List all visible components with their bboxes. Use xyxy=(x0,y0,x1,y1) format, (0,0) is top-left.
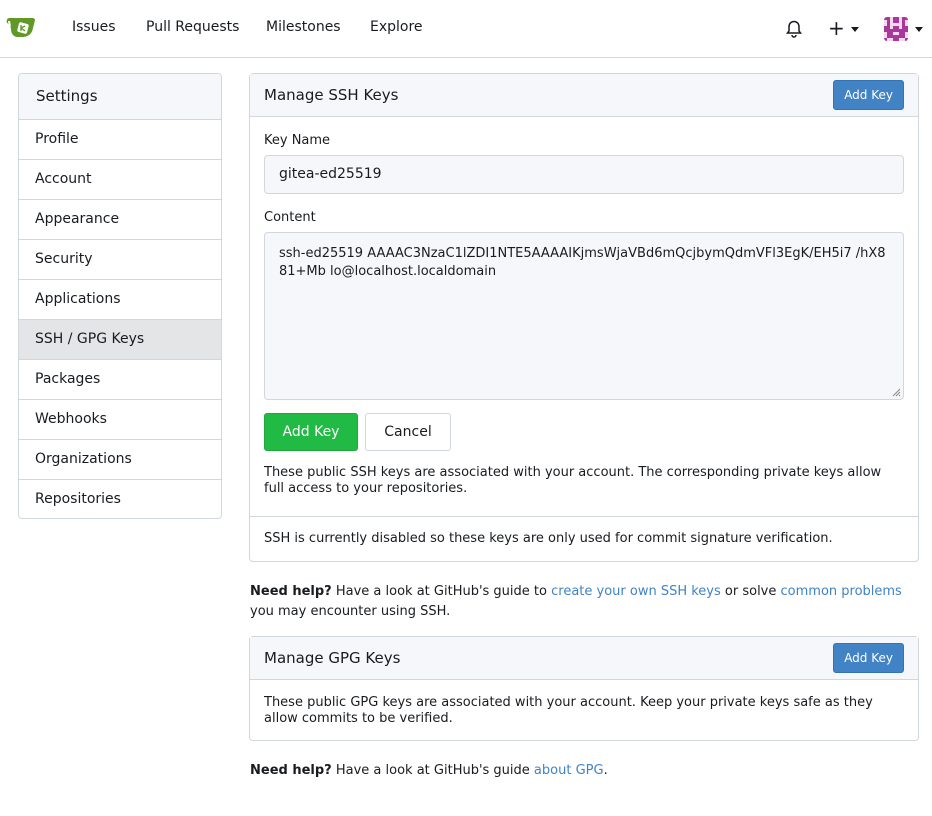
sidebar-item-organizations[interactable]: Organizations xyxy=(19,440,221,480)
sidebar-item-appearance[interactable]: Appearance xyxy=(19,200,221,240)
common-problems-link[interactable]: common problems xyxy=(781,584,902,599)
avatar[interactable] xyxy=(884,17,908,41)
gpg-help-text-1: Have a look at GitHub's guide xyxy=(331,763,534,778)
sidebar-item-ssh-gpg-keys[interactable]: SSH / GPG Keys xyxy=(19,320,221,360)
gpg-help-text: Need help? Have a look at GitHub's guide… xyxy=(250,761,920,781)
resize-grip-icon[interactable] xyxy=(891,387,901,397)
content-label: Content xyxy=(264,210,316,225)
gpg-panel-title: Manage GPG Keys xyxy=(264,649,401,667)
sidebar-item-applications[interactable]: Applications xyxy=(19,280,221,320)
ssh-panel-header: Manage SSH Keys Add Key xyxy=(250,74,918,117)
gpg-help-bold: Need help? xyxy=(250,763,332,778)
key-content-textarea[interactable]: ssh-ed25519 AAAAC3NzaC1lZDI1NTE5AAAAIKjm… xyxy=(264,232,904,400)
gpg-info-text: These public GPG keys are associated wit… xyxy=(264,695,873,726)
key-name-input[interactable]: gitea-ed25519 xyxy=(264,155,904,194)
ssh-help-text-2: or solve xyxy=(720,584,781,599)
nav-explore[interactable]: Explore xyxy=(370,19,423,35)
gpg-add-key-button[interactable]: Add Key xyxy=(833,643,904,673)
about-gpg-link[interactable]: about GPG xyxy=(534,763,604,778)
ssh-info-text: These public SSH keys are associated wit… xyxy=(264,465,882,496)
ssh-keys-panel: Manage SSH Keys Add Key Key Name gitea-e… xyxy=(249,73,919,562)
sidebar-title: Settings xyxy=(19,74,221,120)
gpg-help-text-2: . xyxy=(603,763,608,778)
sidebar-item-packages[interactable]: Packages xyxy=(19,360,221,400)
cancel-button[interactable]: Cancel xyxy=(365,413,451,451)
create-menu-chevron-down-icon[interactable] xyxy=(851,27,859,32)
create-ssh-keys-link[interactable]: create your own SSH keys xyxy=(551,584,721,599)
ssh-help-text: Need help? Have a look at GitHub's guide… xyxy=(250,582,920,622)
ssh-panel-title: Manage SSH Keys xyxy=(264,86,399,104)
nav-pull-requests[interactable]: Pull Requests xyxy=(146,19,239,35)
gpg-panel-header: Manage GPG Keys Add Key xyxy=(250,637,918,680)
ssh-add-key-button[interactable]: Add Key xyxy=(833,80,904,110)
settings-sidebar: Settings Profile Account Appearance Secu… xyxy=(18,73,222,519)
plus-icon[interactable]: + xyxy=(828,17,845,39)
gpg-keys-panel: Manage GPG Keys Add Key These public GPG… xyxy=(249,636,919,741)
sidebar-item-profile[interactable]: Profile xyxy=(19,120,221,160)
sidebar-item-account[interactable]: Account xyxy=(19,160,221,200)
sidebar-item-security[interactable]: Security xyxy=(19,240,221,280)
user-menu-chevron-down-icon[interactable] xyxy=(915,27,923,32)
key-content-value: ssh-ed25519 AAAAC3NzaC1lZDI1NTE5AAAAIKjm… xyxy=(279,246,886,279)
sidebar-item-repositories[interactable]: Repositories xyxy=(19,480,221,518)
sidebar-item-webhooks[interactable]: Webhooks xyxy=(19,400,221,440)
navbar: Issues Pull Requests Milestones Explore … xyxy=(0,0,932,58)
ssh-help-bold: Need help? xyxy=(250,584,332,599)
submit-add-key-button[interactable]: Add Key xyxy=(264,413,358,451)
nav-issues[interactable]: Issues xyxy=(72,19,116,35)
gitea-logo-icon[interactable] xyxy=(6,15,36,39)
ssh-disabled-text: SSH is currently disabled so these keys … xyxy=(264,531,833,546)
key-name-label: Key Name xyxy=(264,133,331,148)
nav-milestones[interactable]: Milestones xyxy=(266,19,341,35)
ssh-divider xyxy=(250,516,918,517)
bell-icon[interactable] xyxy=(784,19,804,39)
ssh-help-text-1: Have a look at GitHub's guide to xyxy=(331,584,552,599)
ssh-help-text-3: you may encounter using SSH. xyxy=(250,604,451,619)
